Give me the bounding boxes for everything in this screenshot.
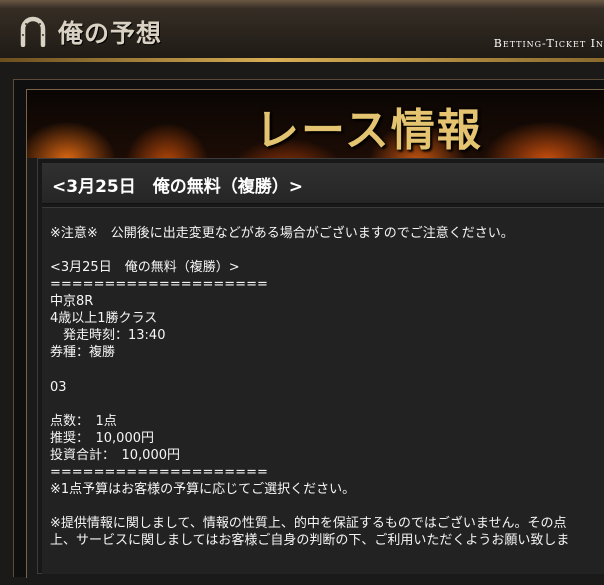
separator-line: ==================== — [50, 465, 268, 480]
notice-line: ※注意※ 公開後に出走変更などがある場合がございますのでご注意ください。 — [50, 226, 514, 241]
disclaimer-line-1: ※提供情報に関しまして、情報の性質上、的中を保証するものではございません。その点 — [50, 516, 567, 531]
race-body: ※注意※ 公開後に出走変更などがある場合がございますのでご注意ください。 <3月… — [42, 207, 604, 574]
site-title[interactable]: 俺の予想 — [58, 14, 162, 50]
total-investment: 投資合計： 10,000円 — [50, 448, 180, 463]
race-title-line: <3月25日 俺の無料（複勝）> — [50, 260, 240, 275]
race-heading-text: <3月25日 俺の無料（複勝）> — [52, 177, 303, 197]
site-header: 俺の予想 Betting-Ticket In — [0, 0, 604, 61]
race-heading: <3月25日 俺の無料（複勝）> — [42, 163, 604, 204]
site-subtitle: Betting-Ticket In — [493, 37, 604, 50]
budget-note: ※1点予算はお客様の予算に応じてご選択ください。 — [50, 482, 356, 497]
recommended-amount: 推奨： 10,000円 — [50, 431, 154, 446]
disclaimer-line-2: 上、サービスに関しましてはお客様ご自身の判断の下、ご利用いただくようお願い致しま — [50, 533, 570, 548]
race-info-banner: レース情報 — [27, 90, 604, 158]
race-class: 4歳以上1勝クラス — [50, 311, 158, 326]
race-venue: 中京8R — [50, 294, 94, 309]
race-box: <3月25日 俺の無料（複勝）> ※注意※ 公開後に出走変更などがある場合がござ… — [37, 158, 604, 574]
header-divider — [0, 58, 604, 62]
horse-number: 03 — [50, 380, 67, 395]
ticket-type: 券種：複勝 — [50, 345, 116, 360]
start-time: 発走時刻：13:40 — [50, 328, 166, 343]
separator-line: ==================== — [50, 277, 268, 292]
content-panel: レース情報 <3月25日 俺の無料（複勝）> ※注意※ 公開後に出走変更などがあ… — [26, 89, 604, 578]
points-count: 点数： 1点 — [50, 414, 117, 429]
banner-title: レース情報 — [255, 105, 483, 156]
horseshoe-icon[interactable] — [18, 15, 48, 47]
